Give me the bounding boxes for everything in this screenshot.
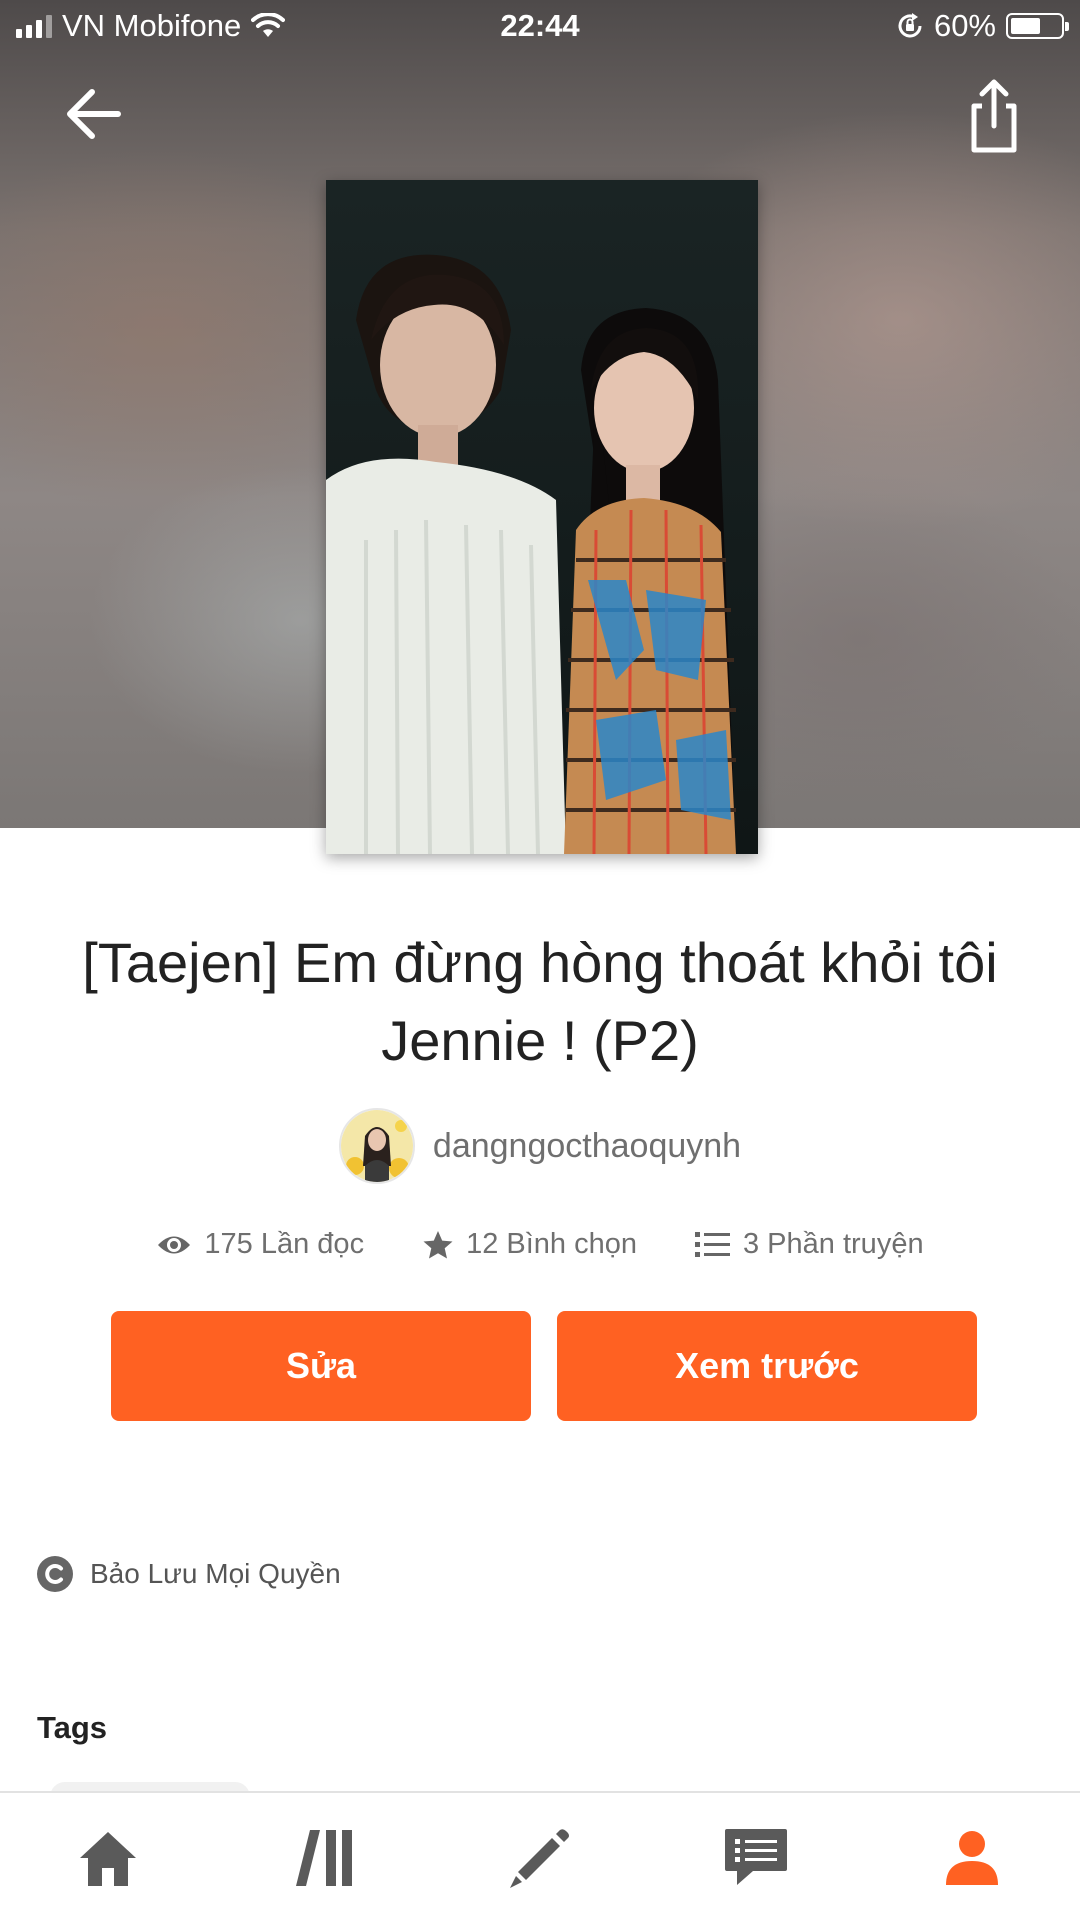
nav-library[interactable] [264, 1803, 384, 1913]
parts-label: 3 Phần truyện [743, 1228, 924, 1260]
nav-write[interactable] [480, 1803, 600, 1913]
orientation-lock-icon [898, 13, 922, 38]
share-icon [971, 79, 1017, 153]
list-icon [695, 1231, 730, 1257]
share-button[interactable] [958, 76, 1030, 156]
avatar[interactable] [338, 1108, 415, 1184]
battery-fill [1011, 18, 1040, 34]
star-icon [423, 1230, 453, 1258]
messages-icon [725, 1828, 787, 1885]
battery-percent: 60% [933, 8, 996, 43]
nav-home[interactable] [48, 1803, 168, 1913]
copyright-row: Bảo Lưu Mọi Quyền [36, 1555, 341, 1593]
battery-icon [1006, 13, 1069, 39]
stat-parts: 3 Phần truyện [695, 1228, 924, 1261]
tags-heading: Tags [37, 1710, 108, 1745]
story-stats: 175 Lần đọc 12 Bình chọn 3 Phần truyện [0, 1228, 1080, 1261]
author-avatar-image [340, 1110, 413, 1182]
votes-label: 12 Bình chọn [466, 1228, 637, 1260]
stat-votes: 12 Bình chọn [422, 1228, 637, 1261]
library-icon [296, 1829, 352, 1886]
story-title: [Taejen] Em đừng hòng thoát khỏi tôi Jen… [82, 931, 998, 1072]
nav-messages[interactable] [696, 1803, 816, 1913]
home-icon [80, 1831, 136, 1886]
write-icon [510, 1828, 569, 1888]
author-row[interactable]: dangngocthaoquynh [0, 1108, 1080, 1184]
back-button[interactable] [58, 78, 130, 150]
status-right: 60% [896, 8, 1069, 44]
profile-icon [946, 1830, 998, 1885]
copyright-icon [37, 1556, 73, 1592]
nav-profile[interactable] [912, 1803, 1032, 1913]
status-bar: VN Mobifone 22:44 60% [0, 0, 1080, 56]
reads-label: 175 Lần đọc [204, 1228, 365, 1260]
bottom-nav [0, 1791, 1080, 1922]
stat-reads: 175 Lần đọc [156, 1228, 364, 1261]
preview-button[interactable]: Xem trước [557, 1311, 977, 1421]
story-cover-image[interactable] [326, 180, 758, 854]
author-name[interactable]: dangngocthaoquynh [433, 1127, 741, 1166]
edit-button[interactable]: Sửa [111, 1311, 531, 1421]
eye-icon [158, 1236, 191, 1253]
cover-photo [326, 180, 758, 854]
arrow-left-icon [67, 89, 121, 139]
copyright-label: Bảo Lưu Mọi Quyền [90, 1558, 341, 1589]
